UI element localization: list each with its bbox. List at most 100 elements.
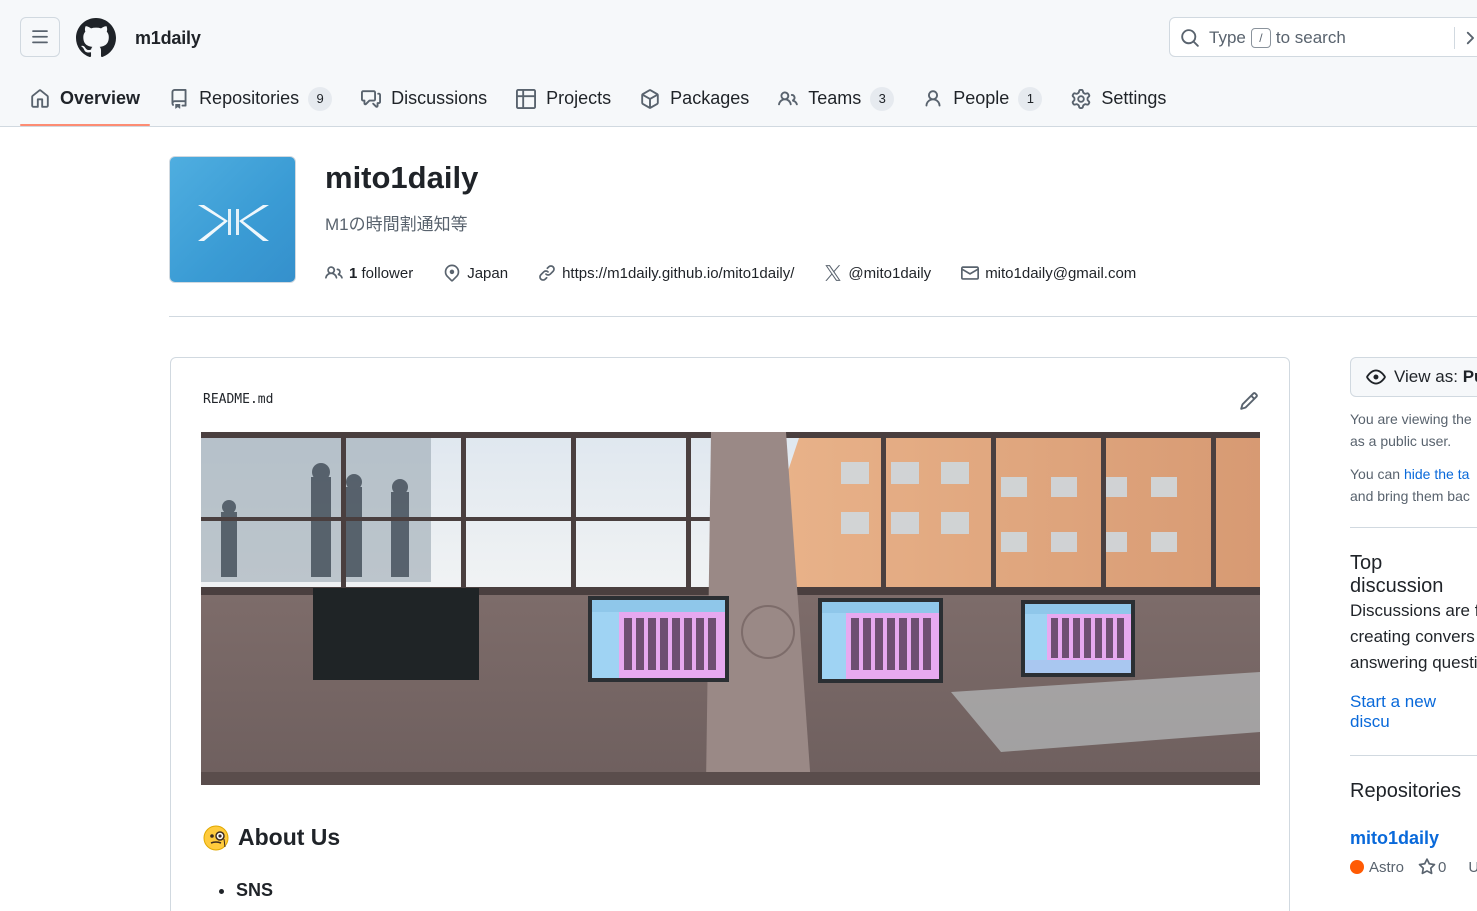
hide-tabs-link[interactable]: hide the ta [1404, 466, 1469, 482]
tab-settings[interactable]: Settings [1061, 72, 1176, 125]
email-link[interactable]: mito1daily@gmail.com [961, 264, 1136, 282]
readme-banner-image [201, 432, 1260, 785]
hide-note-line2: and bring them bac [1350, 488, 1470, 504]
email-address: mito1daily@gmail.com [985, 264, 1137, 282]
pencil-icon [1240, 392, 1258, 410]
divider [1350, 527, 1477, 528]
org-description: M1の時間割通知等 [325, 215, 468, 234]
discussions-line3: answering questi [1350, 653, 1477, 672]
hide-note: You can hide the ta and bring them bac [1350, 463, 1477, 507]
people-count-badge: 1 [1018, 86, 1043, 111]
repo-icon [171, 88, 187, 109]
readme-card: README.md About Us • SNS [170, 357, 1290, 911]
readme-list: SNS [236, 880, 273, 901]
search-input[interactable]: Type / to search [1169, 17, 1477, 57]
command-palette-icon[interactable] [1464, 28, 1477, 48]
search-suffix: to search [1275, 28, 1346, 47]
repositories-count-badge: 9 [308, 86, 333, 111]
viewing-note: You are viewing the as a public user. [1350, 408, 1477, 452]
about-us-heading: About Us [203, 824, 340, 851]
followers-link[interactable]: 1 follower [325, 264, 413, 282]
home-icon [31, 88, 49, 108]
face-with-monocle-icon [203, 825, 229, 850]
table-icon [516, 88, 537, 109]
tab-repositories[interactable]: Repositories 9 [159, 72, 342, 125]
x-handle: @mito1daily [848, 264, 932, 282]
tab-label: Overview [60, 88, 141, 108]
hide-note-prefix: You can [1350, 466, 1401, 482]
tab-label: Teams [808, 88, 862, 108]
language-color-dot [1350, 860, 1364, 874]
tab-label: Projects [546, 88, 612, 108]
eye-icon [1366, 369, 1386, 385]
x-logo-icon [825, 265, 842, 281]
star-icon[interactable] [1418, 858, 1436, 876]
top-discussions-title: Top discussion [1350, 552, 1444, 597]
tab-label: Discussions [391, 88, 488, 108]
link-icon [539, 265, 555, 281]
viewing-note-line2: as a public user. [1350, 433, 1452, 449]
org-meta: 1 follower Japan https://m1daily.github.… [325, 264, 1166, 282]
timetable-monitors [588, 596, 1135, 683]
tab-label: Packages [670, 88, 750, 108]
viewing-note-line1: You are viewing the [1350, 411, 1472, 427]
repo-language: Astro [1369, 858, 1405, 876]
org-avatar [169, 156, 296, 283]
hamburger-icon [32, 30, 48, 44]
discussions-description: Discussions are f creating convers answe… [1350, 598, 1477, 676]
location-icon [444, 264, 460, 282]
start-discussion-link[interactable]: Start a new discu [1350, 692, 1477, 732]
followers-count: 1 [349, 264, 358, 282]
station-photo-illustration [201, 432, 1260, 785]
search-prefix: Type [1209, 28, 1246, 47]
search-divider [1454, 27, 1455, 49]
divider [1350, 755, 1477, 756]
org-name: mito1daily [325, 160, 479, 195]
repo-meta: Astro 0 U [1350, 858, 1477, 876]
mail-icon [961, 266, 980, 280]
edit-readme-button[interactable] [1239, 391, 1259, 416]
github-logo-icon[interactable] [76, 18, 116, 58]
tab-label: Settings [1101, 88, 1167, 108]
website-link[interactable]: https://m1daily.github.io/mito1daily/ [538, 264, 794, 282]
tab-overview[interactable]: Overview [20, 72, 151, 126]
readme-filename: README.md [203, 392, 274, 407]
gear-icon [1072, 88, 1091, 109]
discussions-icon [361, 89, 382, 108]
person-icon [925, 89, 941, 107]
search-icon [1181, 29, 1199, 47]
tab-label: People [953, 88, 1010, 108]
people-icon [778, 90, 799, 105]
list-item: SNS [236, 880, 273, 901]
repo-extra: U [1468, 858, 1477, 876]
tab-discussions[interactable]: Discussions [351, 72, 497, 125]
discussions-line1: Discussions are f [1350, 601, 1477, 620]
teams-count-badge: 3 [870, 86, 895, 111]
view-as-label: View as: [1394, 367, 1458, 386]
repositories-title: Repositories [1350, 780, 1462, 802]
website-url: https://m1daily.github.io/mito1daily/ [562, 264, 795, 282]
tab-label: Repositories [199, 88, 300, 108]
followers-label: follower [361, 264, 414, 282]
view-as-value: Pu [1462, 367, 1477, 386]
org-nav-tabs: Overview Repositories 9 Discussions Proj… [20, 72, 1185, 127]
menu-button[interactable] [20, 17, 60, 57]
tab-teams[interactable]: Teams 3 [768, 72, 904, 125]
search-shortcut-key: / [1250, 28, 1271, 48]
about-us-text: About Us [238, 824, 341, 850]
search-placeholder: Type / to search [1209, 28, 1346, 48]
repo-stars: 0 [1438, 858, 1447, 876]
view-as-button[interactable]: View as: Pu [1350, 357, 1477, 397]
tab-people[interactable]: People 1 [913, 72, 1052, 125]
package-icon [641, 88, 659, 109]
repo-link-mito1daily[interactable]: mito1daily [1350, 828, 1439, 849]
tab-packages[interactable]: Packages [630, 72, 759, 125]
org-context-link[interactable]: m1daily [135, 28, 201, 49]
tab-projects[interactable]: Projects [506, 72, 621, 125]
location-text: Japan [467, 264, 509, 282]
discussions-line2: creating convers [1350, 627, 1475, 646]
org-logo-mark [198, 205, 269, 241]
divider [169, 316, 1477, 317]
people-icon [325, 266, 343, 279]
x-profile-link[interactable]: @mito1daily [824, 264, 931, 282]
